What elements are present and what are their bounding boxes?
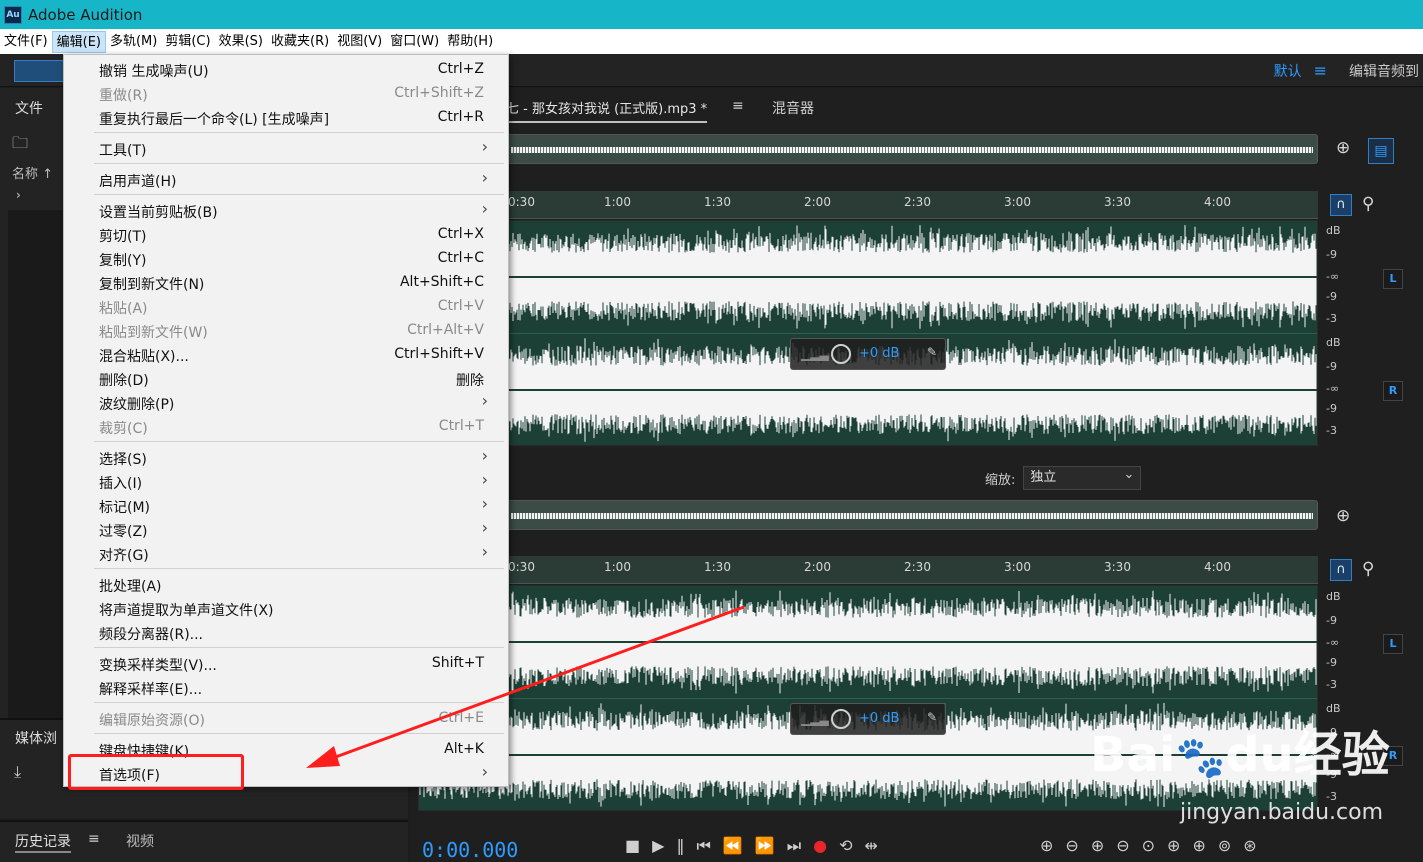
baidu-watermark: Bai🐾du经验 xyxy=(1090,727,1390,783)
paw-icon: 🐾 xyxy=(1175,735,1226,781)
watermark-url: jingyan.baidu.com xyxy=(1180,800,1384,825)
